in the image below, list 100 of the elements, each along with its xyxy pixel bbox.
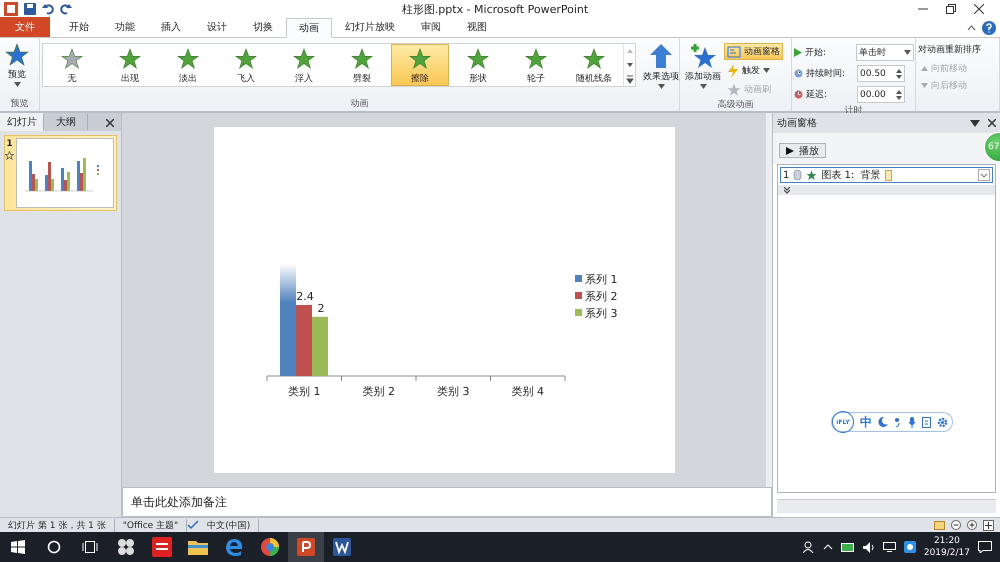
folder-icon (188, 539, 208, 555)
close-icon[interactable] (988, 119, 996, 127)
clock[interactable]: 21:20 2019/2/17 (924, 535, 970, 559)
ribbon-tab[interactable]: 设计 (194, 17, 240, 37)
settings-icon[interactable] (937, 416, 948, 428)
taskbar-app[interactable] (288, 532, 324, 562)
spinner-arrows-icon (896, 88, 902, 100)
animation-effect[interactable]: 随机线条 (565, 44, 623, 86)
animation-effect[interactable]: 擦除 (391, 44, 449, 86)
spinner-field[interactable]: 00.00 (857, 86, 905, 103)
double-chevron-icon[interactable] (784, 186, 790, 194)
slide-thumbnail-row[interactable]: 1 (4, 135, 117, 211)
chevron-up-icon[interactable] (822, 544, 833, 550)
dropdown-field[interactable]: 单击时 (856, 44, 914, 61)
effect-options-button[interactable]: 效果选项 (640, 41, 682, 91)
keyboard-icon[interactable] (922, 416, 931, 428)
field-label: 持续时间: (806, 68, 846, 80)
dropdown-icon[interactable] (970, 120, 980, 126)
slide-number: 1 (6, 139, 13, 149)
star-icon (467, 48, 489, 70)
fit-window-icon[interactable] (983, 520, 994, 530)
star-brush-icon (727, 82, 741, 96)
presentation-app-icon (297, 538, 315, 556)
axis-label: 类别 2 (362, 385, 394, 398)
ribbon-tab[interactable]: 插入 (148, 17, 194, 37)
save-icon[interactable] (24, 3, 36, 15)
axis-label: 类别 1 (288, 385, 320, 398)
triangle-up-icon (921, 66, 928, 71)
pane-tab[interactable]: 大纲 (44, 113, 88, 131)
pane-title: 动画窗格 (777, 116, 817, 130)
ribbon-tab[interactable]: 幻灯片放映 (332, 17, 408, 37)
star-icon (583, 48, 605, 70)
ribbon-tab[interactable]: 视图 (454, 17, 500, 37)
spellcheck-icon[interactable] (187, 520, 200, 530)
microphone-icon[interactable] (908, 416, 916, 428)
people-icon[interactable] (802, 541, 815, 553)
ribbon-tab[interactable]: 文件 (0, 17, 50, 37)
axis-label: 类别 3 (436, 385, 469, 398)
zoom-in-icon[interactable] (967, 520, 977, 530)
app-logo-icon (4, 2, 18, 16)
task-view-icon (82, 541, 98, 553)
animation-effect[interactable]: 淡出 (159, 44, 217, 86)
toolbar-button[interactable]: 动画窗格 (724, 43, 783, 60)
redo-icon[interactable] (60, 3, 72, 15)
star-icon (235, 48, 257, 70)
animation-effect[interactable]: 无 (43, 44, 101, 86)
ime-mode-button[interactable]: 中 (860, 414, 872, 430)
item-number: 1 (783, 170, 790, 180)
star-icon (61, 48, 83, 70)
play-button[interactable]: 播放 (779, 143, 826, 158)
toolbar-button[interactable]: 触发 (724, 62, 783, 79)
animation-effect[interactable]: 形状 (449, 44, 507, 86)
animation-effect[interactable]: 轮子 (507, 44, 565, 86)
help-icon[interactable] (982, 21, 996, 35)
caret-icon (904, 50, 911, 55)
star-icon (409, 48, 431, 70)
network-icon[interactable] (882, 542, 896, 552)
notes-field[interactable]: 单击此处添加备注 (122, 487, 772, 517)
speaker-icon[interactable] (862, 542, 875, 552)
preview-button[interactable]: 预览 (2, 41, 32, 89)
animation-effect[interactable]: 出现 (101, 44, 159, 86)
animation-effect[interactable]: 劈裂 (333, 44, 391, 86)
pane-tab[interactable]: 幻灯片 (0, 113, 44, 131)
punctuation-icon[interactable] (894, 417, 902, 427)
animation-effect[interactable]: 飞入 (217, 44, 275, 86)
restore-icon[interactable] (946, 4, 956, 14)
add-animation-button[interactable]: 添加动画 (682, 41, 724, 91)
legend-label: 系列 2 (584, 290, 617, 303)
star-icon (5, 43, 29, 67)
data-label: 2.4 (296, 290, 314, 303)
ribbon-tab[interactable]: 动画 (286, 18, 332, 38)
notification-icon[interactable] (978, 541, 992, 553)
ribbon-tab[interactable]: 开始 (56, 17, 102, 37)
legend-label: 系列 1 (584, 273, 617, 286)
chat-app-icon[interactable] (904, 541, 916, 553)
ribbon-tab[interactable]: 审阅 (408, 17, 454, 37)
star-icon (119, 48, 141, 70)
moon-icon[interactable] (878, 417, 888, 427)
play-icon (794, 48, 802, 57)
star-icon (293, 48, 315, 70)
toolbar-button: 向后移动 (918, 77, 970, 94)
spinner-field[interactable]: 00.50 (857, 65, 905, 82)
color-ring-icon (260, 537, 280, 557)
close-icon[interactable] (974, 4, 984, 14)
circle-icon (47, 540, 61, 554)
collapse-ribbon-icon[interactable] (967, 25, 976, 31)
group-label: 预览 (10, 98, 30, 111)
ribbon-tab[interactable]: 功能 (102, 17, 148, 37)
zoom-out-icon[interactable] (951, 520, 961, 530)
group-label: 高级动画 (716, 98, 754, 111)
play-icon (786, 146, 794, 154)
document-app-icon (333, 538, 351, 556)
battery-icon[interactable] (840, 542, 855, 552)
ribbon-tab[interactable]: 切换 (240, 17, 286, 37)
star-icon (177, 48, 199, 70)
undo-icon[interactable] (42, 3, 54, 15)
animation-effect[interactable]: 浮入 (275, 44, 333, 86)
pane-icon (727, 46, 741, 58)
caret-icon (763, 68, 770, 73)
animation-list-item[interactable]: 1 图表 1: 背景 (780, 167, 993, 183)
